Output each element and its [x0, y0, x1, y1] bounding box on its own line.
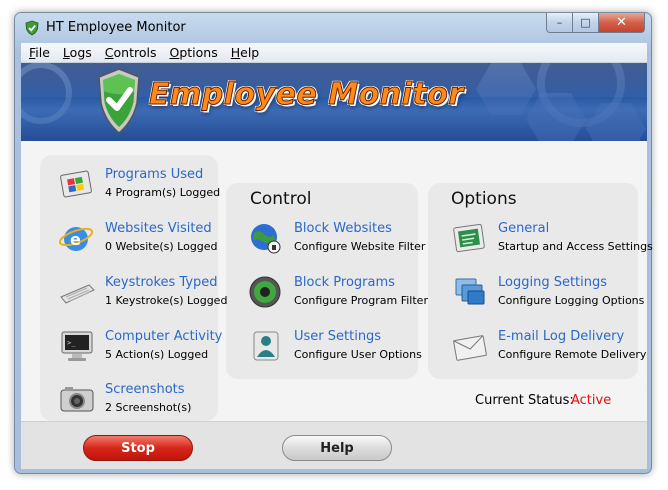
- control-block-programs-sub: Configure Program Filter: [294, 294, 428, 307]
- header-banner: Employee Monitor: [21, 63, 647, 141]
- current-status-label: Current Status:: [475, 393, 574, 408]
- svg-text:e: e: [70, 230, 81, 249]
- control-title: Control: [250, 189, 312, 209]
- logging-windows-icon: [455, 278, 485, 305]
- general-settings-icon: [453, 223, 485, 253]
- menu-bar: File Logs Controls Options Help: [21, 43, 647, 63]
- options-general-sub: Startup and Access Settings: [498, 240, 653, 253]
- control-block-websites-sub: Configure Website Filter: [294, 240, 426, 253]
- help-button[interactable]: Help: [282, 435, 392, 461]
- window-title: HT Employee Monitor: [46, 20, 186, 35]
- app-window: HT Employee Monitor – □ ✕ File Logs Cont…: [14, 12, 653, 474]
- camera-icon: [60, 387, 94, 412]
- keyboard-icon: [60, 284, 95, 304]
- svg-text:>_: >_: [67, 339, 76, 347]
- logs-websites-visited-label: Websites Visited: [105, 221, 212, 236]
- logs-computer-activity-label: Computer Activity: [105, 329, 223, 344]
- options-email-log-delivery-label: E-mail Log Delivery: [498, 329, 625, 344]
- footer-bar: Stop Help: [21, 421, 647, 469]
- options-title: Options: [451, 189, 517, 209]
- minimize-button[interactable]: –: [546, 13, 573, 33]
- menu-file[interactable]: File: [23, 45, 57, 60]
- menu-controls[interactable]: Controls: [99, 45, 164, 60]
- close-button[interactable]: ✕: [599, 13, 645, 33]
- logs-keystrokes-typed-label: Keystrokes Typed: [105, 275, 218, 290]
- globe-lock-icon: [251, 224, 281, 254]
- title-bar: HT Employee Monitor – □ ✕: [15, 13, 651, 43]
- options-logging-settings-sub: Configure Logging Options: [498, 294, 645, 307]
- menu-options[interactable]: Options: [163, 45, 224, 60]
- window-controls: – □ ✕: [546, 13, 645, 33]
- app-shield-icon: [25, 20, 39, 36]
- logs-screenshots-label: Screenshots: [105, 382, 185, 397]
- logs-websites-visited-count: 0 Website(s) Logged: [105, 240, 218, 253]
- main-content: Programs Used 4 Program(s) Logged e Webs…: [21, 141, 653, 421]
- logs-programs-used-label: Programs Used: [105, 167, 204, 182]
- options-general-label: General: [498, 221, 550, 236]
- monitor-icon: >_: [61, 331, 93, 361]
- menu-logs[interactable]: Logs: [57, 45, 99, 60]
- user-icon: [253, 331, 279, 361]
- menu-help[interactable]: Help: [225, 45, 267, 60]
- options-logging-settings-label: Logging Settings: [498, 275, 608, 290]
- shield-check-icon: [98, 68, 140, 134]
- control-user-settings-label: User Settings: [294, 329, 382, 344]
- logs-computer-activity-count: 5 Action(s) Logged: [105, 348, 209, 361]
- programs-window-icon: [60, 170, 92, 198]
- disc-block-icon: [249, 276, 281, 308]
- control-block-programs-label: Block Programs: [294, 275, 395, 290]
- logs-programs-used-count: 4 Program(s) Logged: [105, 186, 221, 199]
- banner-title: Employee Monitor: [149, 77, 464, 113]
- options-email-log-delivery-sub: Configure Remote Delivery: [498, 348, 647, 361]
- internet-explorer-icon: e: [59, 227, 94, 251]
- envelope-icon: [453, 335, 487, 361]
- control-user-settings-sub: Configure User Options: [294, 348, 422, 361]
- current-status-value: Active: [571, 393, 612, 408]
- maximize-button[interactable]: □: [573, 13, 599, 33]
- stop-button[interactable]: Stop: [83, 435, 193, 461]
- logs-keystrokes-typed-count: 1 Keystroke(s) Logged: [105, 294, 228, 307]
- logs-screenshots-count: 2 Screenshot(s): [105, 401, 192, 414]
- control-block-websites-label: Block Websites: [294, 221, 392, 236]
